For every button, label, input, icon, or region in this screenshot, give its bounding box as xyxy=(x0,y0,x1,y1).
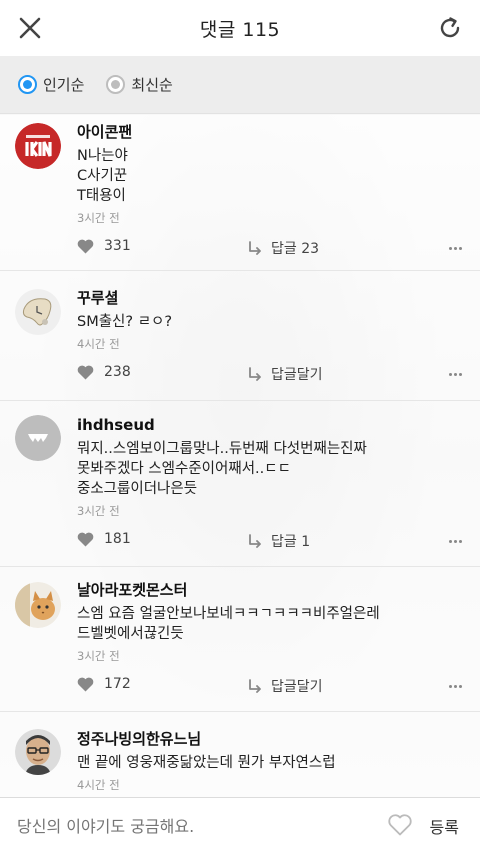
like-count: 172 xyxy=(104,676,131,692)
heart-icon xyxy=(77,677,94,691)
comment-time: 3시간 전 xyxy=(77,504,120,518)
like-button[interactable]: 331 xyxy=(77,238,131,254)
reply-button[interactable]: 답글달기 xyxy=(247,676,323,696)
comments-screen: 댓글 115 인기순 최신순 아이콘팬 N나는야 C사기꾼 T태용이 3시간 전… xyxy=(0,0,480,854)
heart-icon xyxy=(77,365,94,379)
comment-nickname[interactable]: ihdhseud xyxy=(77,415,460,435)
heart-icon xyxy=(77,239,94,253)
comment-nickname[interactable]: 꾸루셜 xyxy=(77,288,460,308)
more-options-icon[interactable] xyxy=(447,247,462,250)
comment-text: SM출신? ㄹㅇ? xyxy=(77,314,173,330)
reply-label: 답글달기 xyxy=(271,367,323,383)
comment-time: 4시간 전 xyxy=(77,337,120,351)
comment-actions: 331 답글 23 xyxy=(0,226,480,270)
default-avatar[interactable] xyxy=(15,415,61,461)
like-count: 331 xyxy=(104,238,131,254)
ikon-logo-avatar[interactable] xyxy=(15,123,61,169)
like-count: 238 xyxy=(104,364,131,380)
radio-unchecked-icon[interactable] xyxy=(106,75,126,94)
close-icon[interactable] xyxy=(16,14,44,42)
comment-actions: 172 답글달기 xyxy=(0,664,480,708)
cat-photo-avatar[interactable] xyxy=(15,582,61,628)
heart-icon xyxy=(77,532,94,546)
comment-nickname[interactable]: 날아라포켓몬스터 xyxy=(77,580,460,600)
reply-arrow-icon xyxy=(249,534,261,548)
comment-text: 맨 끝에 영웅재중닮았는데 뭔가 부자연스럽 xyxy=(77,755,336,771)
comment-item: 정주나빙의한유느님 맨 끝에 영웅재중닮았는데 뭔가 부자연스럽 4시간 전 xyxy=(0,712,480,797)
heart-outline-icon[interactable] xyxy=(388,814,412,840)
reply-arrow-icon xyxy=(249,367,261,381)
submit-button[interactable]: 등록 xyxy=(430,814,459,838)
more-options-icon[interactable] xyxy=(447,373,462,376)
more-options-icon[interactable] xyxy=(447,685,462,688)
comment-time: 3시간 전 xyxy=(77,211,120,225)
reply-button[interactable]: 답글 1 xyxy=(247,531,310,551)
comment-input[interactable] xyxy=(17,816,357,836)
sort-latest-option[interactable]: 최신순 xyxy=(106,74,173,95)
comment-item: ihdhseud 뭐지..스엠보이그룹맞나..듀번째 다섯번째는진짜 못봐주겠다… xyxy=(0,401,480,567)
reply-label: 답글 23 xyxy=(271,241,320,257)
radio-checked-icon[interactable] xyxy=(18,75,37,94)
sort-popular-option[interactable]: 인기순 xyxy=(18,74,84,95)
sort-latest-label: 최신순 xyxy=(131,76,173,94)
sort-popular-label: 인기순 xyxy=(43,76,85,94)
like-count: 181 xyxy=(104,531,131,547)
top-bar: 댓글 115 xyxy=(0,0,480,56)
comment-item: 꾸루셜 SM출신? ㄹㅇ? 4시간 전 238 답글달기 xyxy=(0,271,480,401)
comment-actions: 238 답글달기 xyxy=(0,352,480,396)
page-title: 댓글 115 xyxy=(199,18,281,41)
comment-time: 3시간 전 xyxy=(77,649,120,663)
refresh-icon[interactable] xyxy=(436,14,464,42)
reply-button[interactable]: 답글달기 xyxy=(247,364,323,384)
man-glasses-avatar[interactable] xyxy=(15,729,61,775)
comment-item: 날아라포켓몬스터 스엠 요즘 얼굴안보나보네ㅋㅋㄱㅋㅋㅋ비주얼은레 드벨벳에서끊… xyxy=(0,567,480,712)
comment-item: 아이콘팬 N나는야 C사기꾼 T태용이 3시간 전 331 답글 23 xyxy=(0,115,480,271)
like-button[interactable]: 238 xyxy=(77,364,131,380)
reply-label: 답글 1 xyxy=(271,534,311,550)
melting-clock-avatar[interactable] xyxy=(15,289,61,335)
comment-time: 4시간 전 xyxy=(77,778,120,792)
like-button[interactable]: 181 xyxy=(77,531,131,547)
comment-text: 스엠 요즘 얼굴안보나보네ㅋㅋㄱㅋㅋㅋ비주얼은레 드벨벳에서끊긴듯 xyxy=(77,606,380,642)
comment-text: N나는야 C사기꾼 T태용이 xyxy=(77,148,128,204)
like-button[interactable]: 172 xyxy=(77,676,131,692)
reply-label: 답글달기 xyxy=(271,679,323,695)
comment-input-bar: 등록 xyxy=(0,797,480,854)
comment-nickname[interactable]: 정주나빙의한유느님 xyxy=(77,729,460,749)
comment-list[interactable]: 아이콘팬 N나는야 C사기꾼 T태용이 3시간 전 331 답글 23 꾸루셜 … xyxy=(0,115,480,797)
comment-actions: 181 답글 1 xyxy=(0,519,480,563)
sort-bar: 인기순 최신순 xyxy=(0,56,480,114)
more-options-icon[interactable] xyxy=(447,540,462,543)
reply-button[interactable]: 답글 23 xyxy=(247,238,319,258)
reply-arrow-icon xyxy=(249,679,261,693)
comment-nickname[interactable]: 아이콘팬 xyxy=(77,122,460,142)
comment-text: 뭐지..스엠보이그룹맞나..듀번째 다섯번째는진짜 못봐주겠다 스엠수준이어째서… xyxy=(77,441,367,497)
reply-arrow-icon xyxy=(249,241,261,255)
